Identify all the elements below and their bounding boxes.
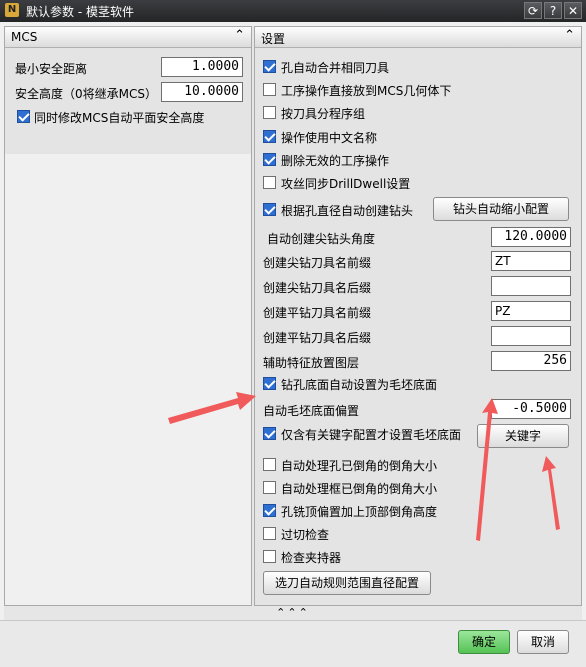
annotation-arrow (542, 456, 560, 530)
annotation-arrow (476, 398, 498, 541)
annotation-arrows (168, 392, 560, 541)
annotation-arrow (168, 392, 256, 424)
